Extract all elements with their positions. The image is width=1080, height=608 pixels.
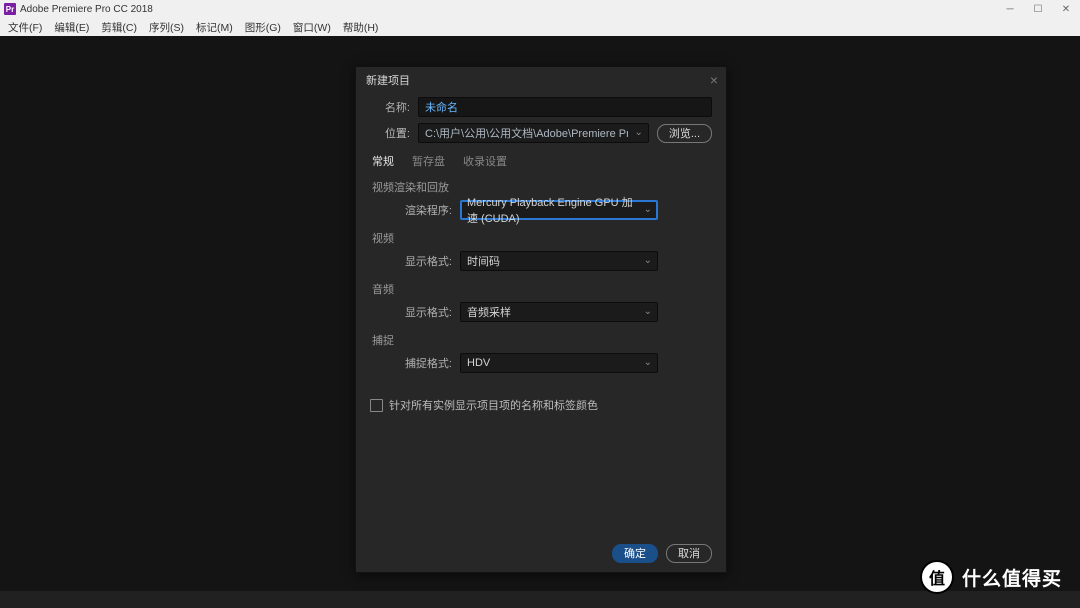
audio-format-dropdown[interactable]: 音频采样 ⌄ [460,302,658,322]
location-label: 位置: [370,125,410,141]
menu-markers[interactable]: 标记(M) [190,20,239,35]
minimize-button[interactable]: ─ [996,0,1024,18]
renderer-dropdown[interactable]: Mercury Playback Engine GPU 加速 (CUDA) ⌄ [460,200,658,220]
audio-section-title: 音频 [372,281,712,297]
menu-file[interactable]: 文件(F) [2,20,48,35]
video-format-value: 时间码 [467,253,500,269]
renderer-label: 渲染程序: [396,202,452,218]
chevron-down-icon: ⌄ [634,127,642,138]
audio-format-label: 显示格式: [396,304,452,320]
dialog-title-bar: 新建项目 × [356,67,726,93]
audio-section: 音频 显示格式: 音频采样 ⌄ [372,281,712,322]
maximize-button[interactable]: ☐ [1024,0,1052,18]
menu-bar: 文件(F) 编辑(E) 剪辑(C) 序列(S) 标记(M) 图形(G) 窗口(W… [0,18,1080,36]
cancel-button[interactable]: 取消 [666,544,712,563]
browse-button[interactable]: 浏览... [657,124,712,143]
render-section-title: 视频渲染和回放 [372,179,712,195]
menu-graphics[interactable]: 图形(G) [239,20,287,35]
dialog-footer: 确定 取消 [356,534,726,572]
chevron-down-icon: ⌄ [644,306,652,317]
menu-sequence[interactable]: 序列(S) [143,20,190,35]
new-project-dialog: 新建项目 × 名称: 未命名 位置: C:\用户\公用\公用文档\Adobe\P… [355,66,727,573]
status-bar [0,591,1080,608]
watermark: 值 什么值得买 [920,560,1062,594]
tab-scratch[interactable]: 暂存盘 [412,153,445,169]
name-label: 名称: [370,99,410,115]
capture-format-dropdown[interactable]: HDV ⌄ [460,353,658,373]
menu-edit[interactable]: 编辑(E) [48,20,95,35]
video-section-title: 视频 [372,230,712,246]
chevron-down-icon: ⌄ [644,204,652,215]
project-name-input[interactable]: 未命名 [418,97,712,117]
dialog-close-icon[interactable]: × [710,72,718,88]
tab-general[interactable]: 常规 [372,153,394,169]
dialog-title: 新建项目 [366,72,410,88]
video-section: 视频 显示格式: 时间码 ⌄ [372,230,712,271]
location-value: C:\用户\公用\公用文档\Adobe\Premiere Pro\12.0\Tu… [425,125,628,141]
capture-section-title: 捕捉 [372,332,712,348]
close-button[interactable]: ✕ [1052,0,1080,18]
dialog-tabs: 常规 暂存盘 收录设置 [372,153,712,169]
tab-ingest[interactable]: 收录设置 [463,153,507,169]
capture-format-value: HDV [467,357,490,369]
menu-help[interactable]: 帮助(H) [337,20,385,35]
chevron-down-icon: ⌄ [644,357,652,368]
chevron-down-icon: ⌄ [644,255,652,266]
capture-format-label: 捕捉格式: [396,355,452,371]
ok-button[interactable]: 确定 [612,544,658,563]
window-title: Adobe Premiere Pro CC 2018 [20,4,996,15]
menu-clip[interactable]: 剪辑(C) [95,20,143,35]
workspace: 新建项目 × 名称: 未命名 位置: C:\用户\公用\公用文档\Adobe\P… [0,36,1080,608]
capture-section: 捕捉 捕捉格式: HDV ⌄ [372,332,712,373]
show-names-label: 针对所有实例显示项目项的名称和标签颜色 [389,397,598,413]
video-format-label: 显示格式: [396,253,452,269]
renderer-value: Mercury Playback Engine GPU 加速 (CUDA) [467,194,637,226]
video-format-dropdown[interactable]: 时间码 ⌄ [460,251,658,271]
window-title-bar: Pr Adobe Premiere Pro CC 2018 ─ ☐ ✕ [0,0,1080,18]
location-dropdown[interactable]: C:\用户\公用\公用文档\Adobe\Premiere Pro\12.0\Tu… [418,123,649,143]
app-icon: Pr [4,3,16,15]
menu-window[interactable]: 窗口(W) [287,20,337,35]
watermark-text: 什么值得买 [962,564,1062,591]
show-names-checkbox[interactable] [370,399,383,412]
audio-format-value: 音频采样 [467,304,511,320]
render-section: 视频渲染和回放 渲染程序: Mercury Playback Engine GP… [372,179,712,220]
watermark-badge-icon: 值 [920,560,954,594]
